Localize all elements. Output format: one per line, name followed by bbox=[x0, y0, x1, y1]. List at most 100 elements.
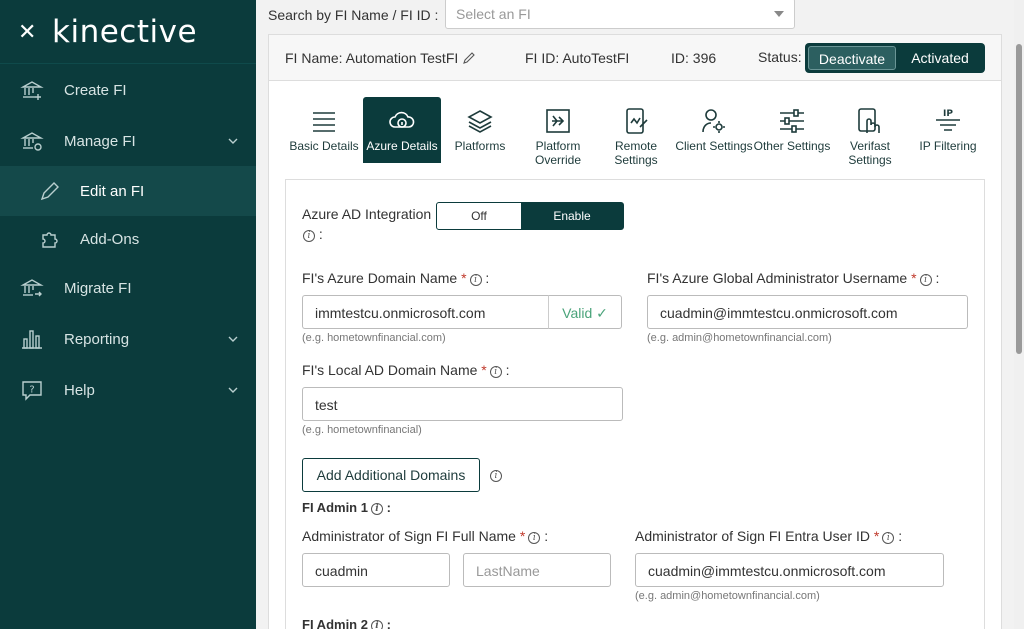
info-icon[interactable]: i bbox=[882, 532, 895, 544]
fi-id: FI ID: AutoTestFI bbox=[525, 50, 630, 66]
sidebar-item-reporting[interactable]: Reporting bbox=[0, 314, 256, 364]
azure-integration-info: i : bbox=[300, 226, 323, 242]
sidebar-item-label: Migrate FI bbox=[64, 279, 132, 297]
admin2-title: FI Admin 2 bbox=[302, 617, 368, 629]
sidebar-item-label: Manage FI bbox=[64, 132, 136, 150]
tab-client-settings[interactable]: Client Settings bbox=[675, 97, 753, 165]
azure-integration-toggle: Off Enable bbox=[436, 202, 624, 230]
azure-enable-option[interactable]: Enable bbox=[521, 203, 623, 229]
sliders-icon bbox=[780, 109, 804, 133]
fi-name: FI Name: Automation TestFI bbox=[285, 50, 459, 66]
tab-remote-settings[interactable]: Remote Settings bbox=[597, 97, 675, 167]
puzzle-icon bbox=[42, 232, 58, 248]
full-name-label: Administrator of Sign FI Full Name bbox=[302, 528, 516, 544]
tab-basic-details[interactable]: Basic Details bbox=[285, 97, 363, 165]
svg-text:IP: IP bbox=[943, 109, 953, 119]
bank-arrow-icon bbox=[20, 279, 44, 297]
status-label: Status: bbox=[758, 49, 802, 65]
status-toggle: Deactivate Activated bbox=[805, 43, 985, 73]
azure-domain-input[interactable]: immtestcu.onmicrosoft.com bbox=[302, 295, 550, 329]
bank-gear-icon bbox=[20, 132, 44, 151]
entra-label-wrap: Administrator of Sign FI Entra User ID *… bbox=[635, 528, 903, 544]
local-ad-label: FI's Local AD Domain Name bbox=[302, 362, 478, 378]
first-name-input[interactable]: cuadmin bbox=[302, 553, 450, 587]
valid-badge: Valid ✓ bbox=[548, 295, 622, 329]
fi-search: Search by FI Name / FI ID : Select an FI bbox=[268, 0, 795, 30]
remote-icon bbox=[626, 108, 648, 134]
azure-domain-hint: (e.g. hometownfinancial.com) bbox=[302, 332, 446, 344]
entra-hint: (e.g. admin@hometownfinancial.com) bbox=[635, 590, 820, 602]
info-icon[interactable]: i bbox=[370, 503, 383, 515]
help-icon: ? bbox=[22, 381, 42, 401]
tab-label: Basic Details bbox=[289, 139, 359, 153]
required-marker: * bbox=[461, 270, 467, 286]
caret-down-icon bbox=[774, 11, 784, 17]
edit-pencil-icon[interactable] bbox=[462, 51, 476, 65]
main-content: Search by FI Name / FI ID : Select an FI… bbox=[256, 0, 1014, 629]
add-domains-info: i bbox=[487, 466, 502, 482]
chevron-down-icon bbox=[228, 138, 238, 144]
info-icon[interactable]: i bbox=[490, 470, 502, 482]
search-label: Search by FI Name / FI ID : bbox=[268, 7, 439, 23]
tab-label: Client Settings bbox=[675, 139, 753, 153]
info-icon[interactable]: i bbox=[489, 366, 502, 378]
tab-label: IP Filtering bbox=[919, 139, 977, 153]
chevron-down-icon bbox=[228, 336, 238, 342]
layers-icon bbox=[467, 110, 493, 133]
cloud-icon bbox=[389, 111, 415, 128]
local-ad-hint: (e.g. hometownfinancial) bbox=[302, 424, 422, 436]
fi-select-placeholder: Select an FI bbox=[456, 6, 531, 22]
info-icon[interactable]: i bbox=[919, 274, 932, 286]
sidebar-item-help[interactable]: ? Help bbox=[0, 365, 256, 415]
ip-filter-icon: IP bbox=[936, 109, 960, 131]
tab-label: Other Settings bbox=[753, 139, 831, 153]
admin1-title: FI Admin 1 bbox=[302, 500, 368, 515]
info-icon[interactable]: i bbox=[528, 532, 541, 544]
sidebar-item-edit-fi[interactable]: Edit an FI bbox=[0, 166, 256, 216]
deactivate-button[interactable]: Deactivate bbox=[808, 46, 896, 70]
tab-label: Remote Settings bbox=[614, 139, 658, 167]
info-icon[interactable]: i bbox=[469, 274, 482, 286]
required-marker: * bbox=[873, 528, 880, 544]
tab-azure-details[interactable]: Azure Details bbox=[363, 97, 441, 163]
info-icon[interactable]: i bbox=[370, 620, 383, 629]
tab-other-settings[interactable]: Other Settings bbox=[753, 97, 831, 165]
required-marker: * bbox=[519, 528, 526, 544]
client-icon bbox=[702, 109, 725, 133]
sidebar-item-add-ons[interactable]: Add-Ons bbox=[0, 214, 256, 264]
override-icon bbox=[546, 109, 570, 133]
scrollbar[interactable] bbox=[1014, 0, 1024, 629]
full-name-label-wrap: Administrator of Sign FI Full Name * i : bbox=[302, 528, 549, 544]
sidebar-item-label: Reporting bbox=[64, 330, 130, 348]
tab-ip-filtering[interactable]: IP IP Filtering bbox=[909, 97, 987, 165]
admin-user-input[interactable]: cuadmin@immtestcu.onmicrosoft.com bbox=[647, 295, 968, 329]
scrollbar-thumb[interactable] bbox=[1016, 44, 1022, 354]
close-icon[interactable]: ✕ bbox=[18, 20, 38, 43]
bar-chart-icon bbox=[22, 330, 42, 349]
pencil-icon bbox=[40, 182, 59, 201]
sidebar-item-migrate-fi[interactable]: Migrate FI bbox=[0, 263, 256, 313]
sidebar-item-create-fi[interactable]: Create FI bbox=[0, 65, 256, 115]
hand-icon bbox=[858, 108, 880, 133]
tab-label: Azure Details bbox=[366, 139, 438, 153]
last-name-input[interactable]: LastName bbox=[463, 553, 611, 587]
azure-domain-label-wrap: FI's Azure Domain Name * i : bbox=[302, 270, 490, 286]
local-ad-input[interactable]: test bbox=[302, 387, 623, 421]
info-icon[interactable]: i bbox=[303, 230, 315, 242]
sidebar-item-manage-fi[interactable]: Manage FI bbox=[0, 116, 256, 166]
tab-label: Platforms bbox=[454, 139, 506, 153]
activated-button[interactable]: Activated bbox=[898, 46, 982, 70]
tab-platforms[interactable]: Platforms bbox=[441, 97, 519, 165]
fi-select[interactable]: Select an FI bbox=[445, 0, 795, 29]
azure-domain-label: FI's Azure Domain Name bbox=[302, 270, 458, 286]
add-additional-domains-button[interactable]: Add Additional Domains bbox=[302, 458, 480, 492]
logo: kinective bbox=[52, 13, 198, 50]
azure-off-option[interactable]: Off bbox=[437, 203, 521, 229]
tab-verifast-settings[interactable]: Verifast Settings bbox=[831, 97, 909, 167]
local-ad-label-wrap: FI's Local AD Domain Name * i : bbox=[302, 362, 510, 378]
tab-label: Verifast Settings bbox=[848, 139, 892, 167]
list-icon bbox=[313, 112, 335, 132]
entra-user-input[interactable]: cuadmin@immtestcu.onmicrosoft.com bbox=[635, 553, 944, 587]
tab-platform-override[interactable]: Platform Override bbox=[519, 97, 597, 167]
sidebar-header: ✕ kinective bbox=[0, 0, 256, 64]
